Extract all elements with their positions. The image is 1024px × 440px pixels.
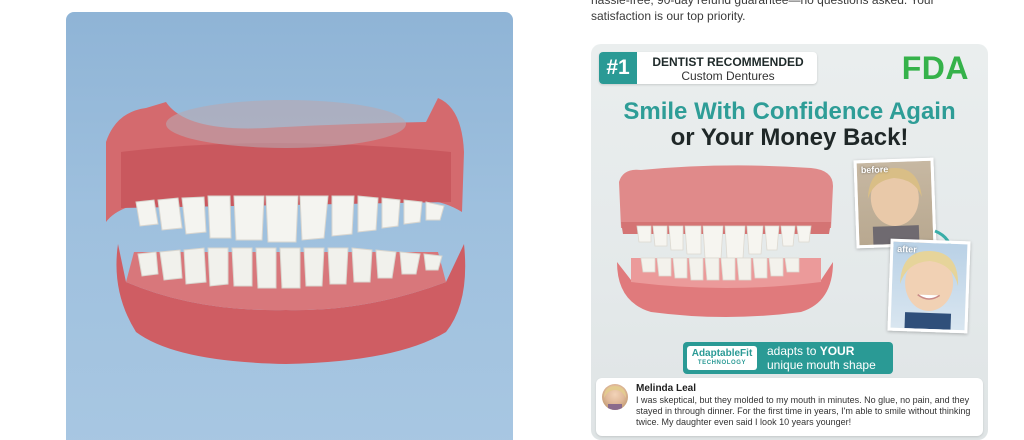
- testimonial-author: Melinda Leal: [636, 383, 697, 394]
- dentist-recommended-badge: #1 DENTIST RECOMMENDED Custom Dentures: [599, 52, 817, 84]
- fda-label: FDA: [901, 50, 969, 86]
- before-label: before: [860, 164, 889, 176]
- after-photo: after: [887, 238, 971, 334]
- badge-subtitle: Custom Dentures: [681, 69, 775, 83]
- tech-text-emphasis: YOUR: [819, 344, 855, 358]
- avatar-face: [604, 386, 626, 410]
- adaptablefit-logo: AdaptableFit TECHNOLOGY: [687, 346, 757, 370]
- adaptablefit-logo-tagline: TECHNOLOGY: [697, 360, 747, 366]
- headline-line-1: Smile With Confidence Again: [623, 98, 956, 125]
- description-line-1: hassle-free, 90-day refund guarantee—no …: [591, 0, 935, 7]
- testimonial-text: I was skeptical, but they molded to my m…: [636, 395, 971, 427]
- adaptablefit-logo-name: AdaptableFit: [691, 348, 753, 359]
- avatar: [602, 384, 628, 410]
- product-image-dentures[interactable]: [66, 12, 513, 440]
- ad-dentures-illustration: [617, 165, 833, 317]
- tech-text-prefix: adapts to: [767, 344, 820, 358]
- badge-title: DENTIST RECOMMENDED: [652, 55, 804, 69]
- badge-number: #1: [599, 52, 637, 84]
- adaptablefit-text-line-1: adapts to YOUR: [767, 344, 854, 358]
- dentures-illustration: [106, 98, 466, 364]
- adaptablefit-banner: AdaptableFit TECHNOLOGY adapts to YOUR u…: [683, 342, 893, 374]
- description-line-2: satisfaction is our top priority.: [591, 9, 746, 23]
- after-label: after: [897, 243, 917, 255]
- testimonial-card: Melinda Leal I was skeptical, but they m…: [596, 378, 983, 436]
- headline-line-2: or Your Money Back!: [670, 124, 909, 151]
- before-photo: before: [853, 157, 937, 249]
- product-ad-image[interactable]: #1 DENTIST RECOMMENDED Custom Dentures F…: [591, 44, 988, 440]
- after-face-illustration: [900, 251, 959, 330]
- adaptablefit-text-line-2: unique mouth shape: [767, 358, 876, 372]
- product-description: hassle-free, 90-day refund guarantee—no …: [591, 0, 991, 24]
